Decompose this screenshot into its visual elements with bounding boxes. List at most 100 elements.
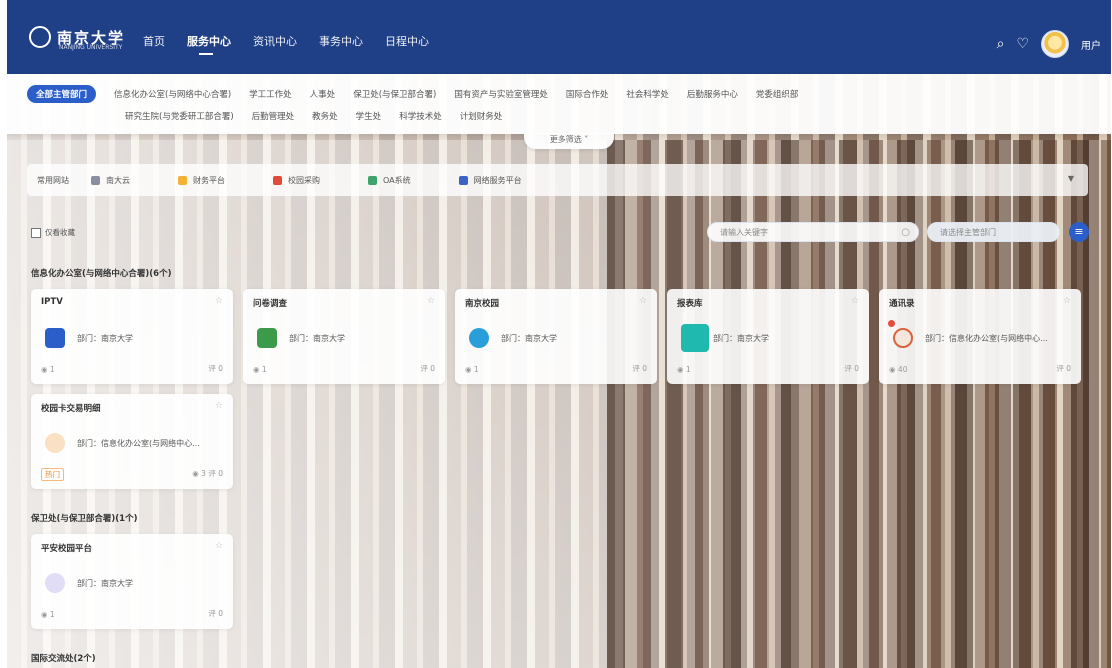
card-views: ◉ 1 <box>41 365 55 374</box>
common-links-label: 常用网站 <box>37 175 69 185</box>
section-title: 保卫处(与保卫部合署)(1个) <box>31 514 138 524</box>
star-icon[interactable]: ☆ <box>1063 296 1071 306</box>
card-views: ◉ 40 <box>889 365 908 374</box>
bookshelf-background <box>607 140 1111 668</box>
dept-chip[interactable]: 国有资产与实验室管理处 <box>454 88 548 100</box>
card-dept: 部门：南京大学 <box>501 334 557 343</box>
oa-icon <box>368 175 377 185</box>
checkbox-icon <box>681 324 709 352</box>
cloud-icon <box>91 175 100 185</box>
card-dept: 部门：信息化办公室(与网络中心... <box>925 334 1048 343</box>
dept-chip[interactable]: 国际合作处 <box>566 88 609 100</box>
common-link-oa[interactable]: OA系统 <box>368 175 411 186</box>
service-card-survey[interactable]: 问卷调查 ☆ 部门：南京大学 ◉ 1 评 0 <box>243 289 445 384</box>
dept-chip[interactable]: 研究生院(与党委研工部合署) <box>125 110 234 122</box>
shopping-cart-icon <box>45 433 65 453</box>
star-icon[interactable]: ☆ <box>215 541 223 551</box>
dept-chip[interactable]: 后勤管理处 <box>252 110 295 122</box>
new-dot-icon <box>888 320 895 327</box>
checkbox-icon[interactable] <box>31 227 41 238</box>
star-icon[interactable]: ☆ <box>851 296 859 306</box>
search-icon[interactable]: ○ <box>901 223 910 243</box>
card-comments: 评 0 <box>1056 364 1071 373</box>
dept-chip[interactable]: 保卫处(与保卫部合署) <box>353 88 436 100</box>
card-views: ◉ 1 <box>253 365 267 374</box>
top-bar: 南京大学 NANJING UNIVERSITY 首页 服务中心 资讯中心 事务中… <box>7 0 1111 74</box>
card-title: 报表库 <box>677 299 703 309</box>
dept-chip[interactable]: 教务处 <box>312 110 338 122</box>
common-link-procurement[interactable]: 校园采购 <box>273 175 320 186</box>
common-link-finance[interactable]: 财务平台 <box>178 175 225 186</box>
card-title: 通讯录 <box>889 299 915 309</box>
service-card-iptv[interactable]: IPTV ☆ 部门：南京大学 ◉ 1 评 0 <box>31 289 233 384</box>
card-views: ◉ 1 <box>465 365 479 374</box>
nav-news-center[interactable]: 资讯中心 <box>253 33 297 49</box>
service-card-card-transactions[interactable]: 校园卡交易明细 ☆ 部门：信息化办公室(与网络中心... 热门 ◉ 3 评 0 <box>31 394 233 489</box>
card-dept: 部门：南京大学 <box>713 334 769 343</box>
department-filter: 全部主管部门 信息化办公室(与网络中心合署) 学工工作处 人事处 保卫处(与保卫… <box>7 74 1111 134</box>
card-comments: 评 0 <box>208 609 223 618</box>
bus-icon <box>469 328 489 348</box>
card-comments: 评 0 <box>208 364 223 373</box>
star-icon[interactable]: ☆ <box>215 401 223 411</box>
service-card-report[interactable]: 报表库 ☆ 部门：南京大学 ◉ 1 评 0 <box>667 289 869 384</box>
app-frame: 南京大学 NANJING UNIVERSITY 首页 服务中心 资讯中心 事务中… <box>7 0 1111 668</box>
department-select[interactable]: 请选择主管部门 <box>927 222 1060 242</box>
card-comments: 评 0 <box>844 364 859 373</box>
list-view-button[interactable]: ≡ <box>1069 222 1089 242</box>
card-views: ◉ 1 <box>41 610 55 619</box>
dept-chip-all[interactable]: 全部主管部门 <box>27 85 97 103</box>
dept-chip[interactable]: 科学技术处 <box>399 110 442 122</box>
tv-icon <box>45 328 65 348</box>
procurement-icon <box>273 175 282 185</box>
card-dept: 部门：信息化办公室(与网络中心... <box>77 439 200 448</box>
university-logo[interactable]: 南京大学 NANJING UNIVERSITY <box>29 26 125 51</box>
survey-icon <box>257 328 277 348</box>
service-card-safe-campus[interactable]: 平安校园平台 ☆ 部门：南京大学 ◉ 1 评 0 <box>31 534 233 629</box>
common-link-nju-cloud[interactable]: 南大云 <box>91 175 130 186</box>
finance-icon <box>178 175 187 185</box>
common-links-bar: 常用网站 南大云 财务平台 校园采购 OA系统 网络服务平台 ▼ <box>27 164 1088 196</box>
dept-chip[interactable]: 人事处 <box>310 88 336 100</box>
card-dept: 部门：南京大学 <box>77 334 133 343</box>
user-name[interactable]: 用户 <box>1081 37 1101 52</box>
dept-chip[interactable]: 信息化办公室(与网络中心合署) <box>114 88 231 100</box>
dept-chip[interactable]: 学生处 <box>356 110 382 122</box>
card-title: 问卷调查 <box>253 299 288 309</box>
hot-badge: 热门 <box>41 468 64 481</box>
card-comments: 评 0 <box>420 364 435 373</box>
shirt-icon[interactable]: ♡ <box>1016 37 1029 51</box>
star-icon[interactable]: ☆ <box>215 296 223 306</box>
more-filter-toggle[interactable]: 更多筛选 ˅ <box>524 133 614 149</box>
logo-subtitle: NANJING UNIVERSITY <box>59 44 123 51</box>
card-stats: ◉ 3 评 0 <box>192 469 223 478</box>
nav-schedule-center[interactable]: 日程中心 <box>385 33 429 49</box>
dept-chip[interactable]: 计划财务处 <box>460 110 503 122</box>
dept-chip[interactable]: 社会科学处 <box>626 88 669 100</box>
common-link-network[interactable]: 网络服务平台 <box>458 175 522 186</box>
card-title: 平安校园平台 <box>41 544 93 554</box>
dept-chip[interactable]: 党委组织部 <box>756 88 799 100</box>
shield-icon <box>45 573 65 593</box>
chevron-down-icon[interactable]: ▼ <box>1068 174 1074 183</box>
dept-chip[interactable]: 学工工作处 <box>249 88 292 100</box>
header-actions: ⌕ ♡ 用户 <box>997 30 1101 58</box>
nav-home[interactable]: 首页 <box>143 33 165 49</box>
service-card-directory[interactable]: 通讯录 ☆ 部门：信息化办公室(与网络中心... ◉ 40 评 0 <box>879 289 1081 384</box>
contacts-icon <box>893 328 913 348</box>
favorites-only-toggle[interactable]: 仅看收藏 <box>31 227 75 238</box>
card-title: 校园卡交易明细 <box>41 404 101 414</box>
nav-affairs-center[interactable]: 事务中心 <box>319 33 363 49</box>
star-icon[interactable]: ☆ <box>639 296 647 306</box>
main-nav: 首页 服务中心 资讯中心 事务中心 日程中心 <box>143 33 429 55</box>
nav-service-center[interactable]: 服务中心 <box>187 33 231 55</box>
card-comments: 评 0 <box>632 364 647 373</box>
star-icon[interactable]: ☆ <box>427 296 435 306</box>
avatar[interactable] <box>1041 30 1069 58</box>
network-icon <box>458 175 468 185</box>
dept-chip[interactable]: 后勤服务中心 <box>687 88 738 100</box>
service-card-campus[interactable]: 南京校园 ☆ 部门：南京大学 ◉ 1 评 0 <box>455 289 657 384</box>
search-icon[interactable]: ⌕ <box>997 37 1005 51</box>
section-title: 国际交流处(2个) <box>31 654 96 664</box>
search-input[interactable]: 请输入关键字 ○ <box>707 222 919 242</box>
